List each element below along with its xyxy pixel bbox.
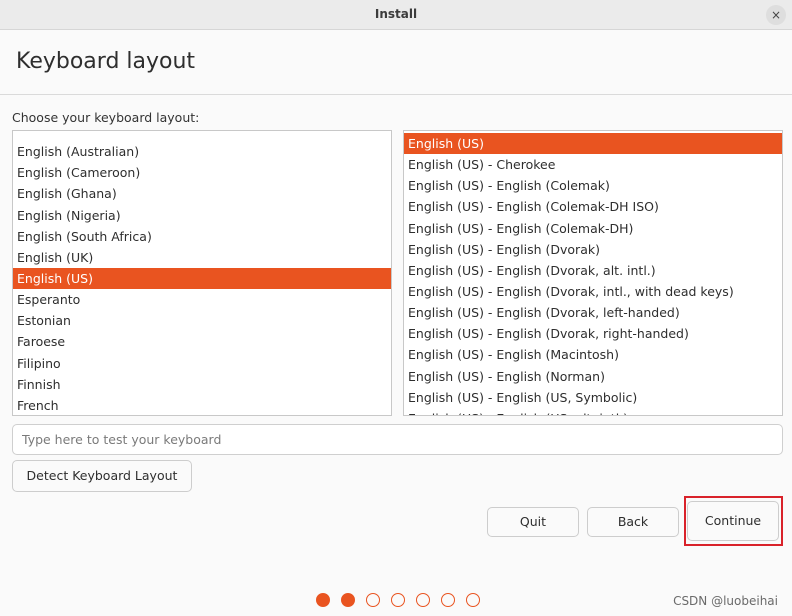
variant-item[interactable]: English (US) - English (Dvorak, intl., w… [404, 281, 782, 302]
progress-dots [316, 593, 480, 607]
layout-item[interactable]: English (Australian) [13, 141, 391, 162]
keyboard-test-input[interactable] [12, 424, 783, 455]
variant-item[interactable]: English (US) [404, 133, 782, 155]
layout-list-partial-row-top [13, 131, 391, 141]
variant-list[interactable]: English (US) English (US) - Cherokee Engli… [403, 130, 783, 416]
layout-prompt: Choose your keyboard layout: [12, 110, 200, 125]
progress-dot [391, 593, 405, 607]
progress-dot [341, 593, 355, 607]
variant-item[interactable]: English (US) - English (Colemak) [404, 175, 782, 196]
variant-item[interactable]: English (US) - English (US, alt. intl.) [404, 408, 782, 415]
window-title: Install [374, 7, 418, 21]
variant-item[interactable]: English (US) - English (Dvorak, alt. int… [404, 260, 782, 281]
header-divider [0, 94, 792, 95]
progress-dot [316, 593, 330, 607]
layout-item[interactable]: English (South Africa) [13, 226, 391, 247]
layout-item[interactable]: English (Nigeria) [13, 205, 391, 226]
watermark: CSDN @luobeihai [673, 594, 778, 608]
layout-list-items: English (Australian) English (Cameroon) En… [13, 131, 391, 415]
variant-item[interactable]: English (US) - English (Macintosh) [404, 344, 782, 365]
layout-item[interactable]: English (Cameroon) [13, 162, 391, 183]
variant-item[interactable]: English (US) - English (Dvorak, left-han… [404, 302, 782, 323]
back-button[interactable]: Back [587, 507, 679, 537]
variant-item[interactable]: English (US) - Cherokee [404, 154, 782, 175]
page-title: Keyboard layout [16, 49, 196, 74]
progress-dot [416, 593, 430, 607]
variant-list-items: English (US) English (US) - Cherokee Engli… [404, 133, 782, 415]
layout-item[interactable]: English (US) [13, 267, 391, 290]
variant-item[interactable]: English (US) - English (Dvorak) [404, 239, 782, 260]
layout-item[interactable]: Faroese [13, 331, 391, 352]
variant-item[interactable]: English (US) - English (US, Symbolic) [404, 387, 782, 408]
layout-item[interactable]: Filipino [13, 353, 391, 374]
layout-item[interactable]: Estonian [13, 310, 391, 331]
detect-keyboard-layout-button[interactable]: Detect Keyboard Layout [12, 460, 192, 492]
layout-item[interactable]: Finnish [13, 374, 391, 395]
progress-dot [366, 593, 380, 607]
continue-button[interactable]: Continue [687, 501, 779, 541]
layout-item[interactable]: English (Ghana) [13, 183, 391, 204]
layout-list[interactable]: English (Australian) English (Cameroon) En… [12, 130, 392, 416]
close-icon[interactable]: × [766, 5, 786, 25]
quit-button[interactable]: Quit [487, 507, 579, 537]
title-bar: Install × [0, 0, 792, 30]
layout-item[interactable]: Esperanto [13, 289, 391, 310]
progress-dot [466, 593, 480, 607]
layout-item[interactable]: English (UK) [13, 247, 391, 268]
variant-item[interactable]: English (US) - English (Norman) [404, 366, 782, 387]
variant-item[interactable]: English (US) - English (Colemak-DH ISO) [404, 196, 782, 217]
variant-item[interactable]: English (US) - English (Colemak-DH) [404, 218, 782, 239]
layout-item[interactable]: French [13, 395, 391, 415]
progress-dot [441, 593, 455, 607]
variant-item[interactable]: English (US) - English (Dvorak, right-ha… [404, 323, 782, 344]
